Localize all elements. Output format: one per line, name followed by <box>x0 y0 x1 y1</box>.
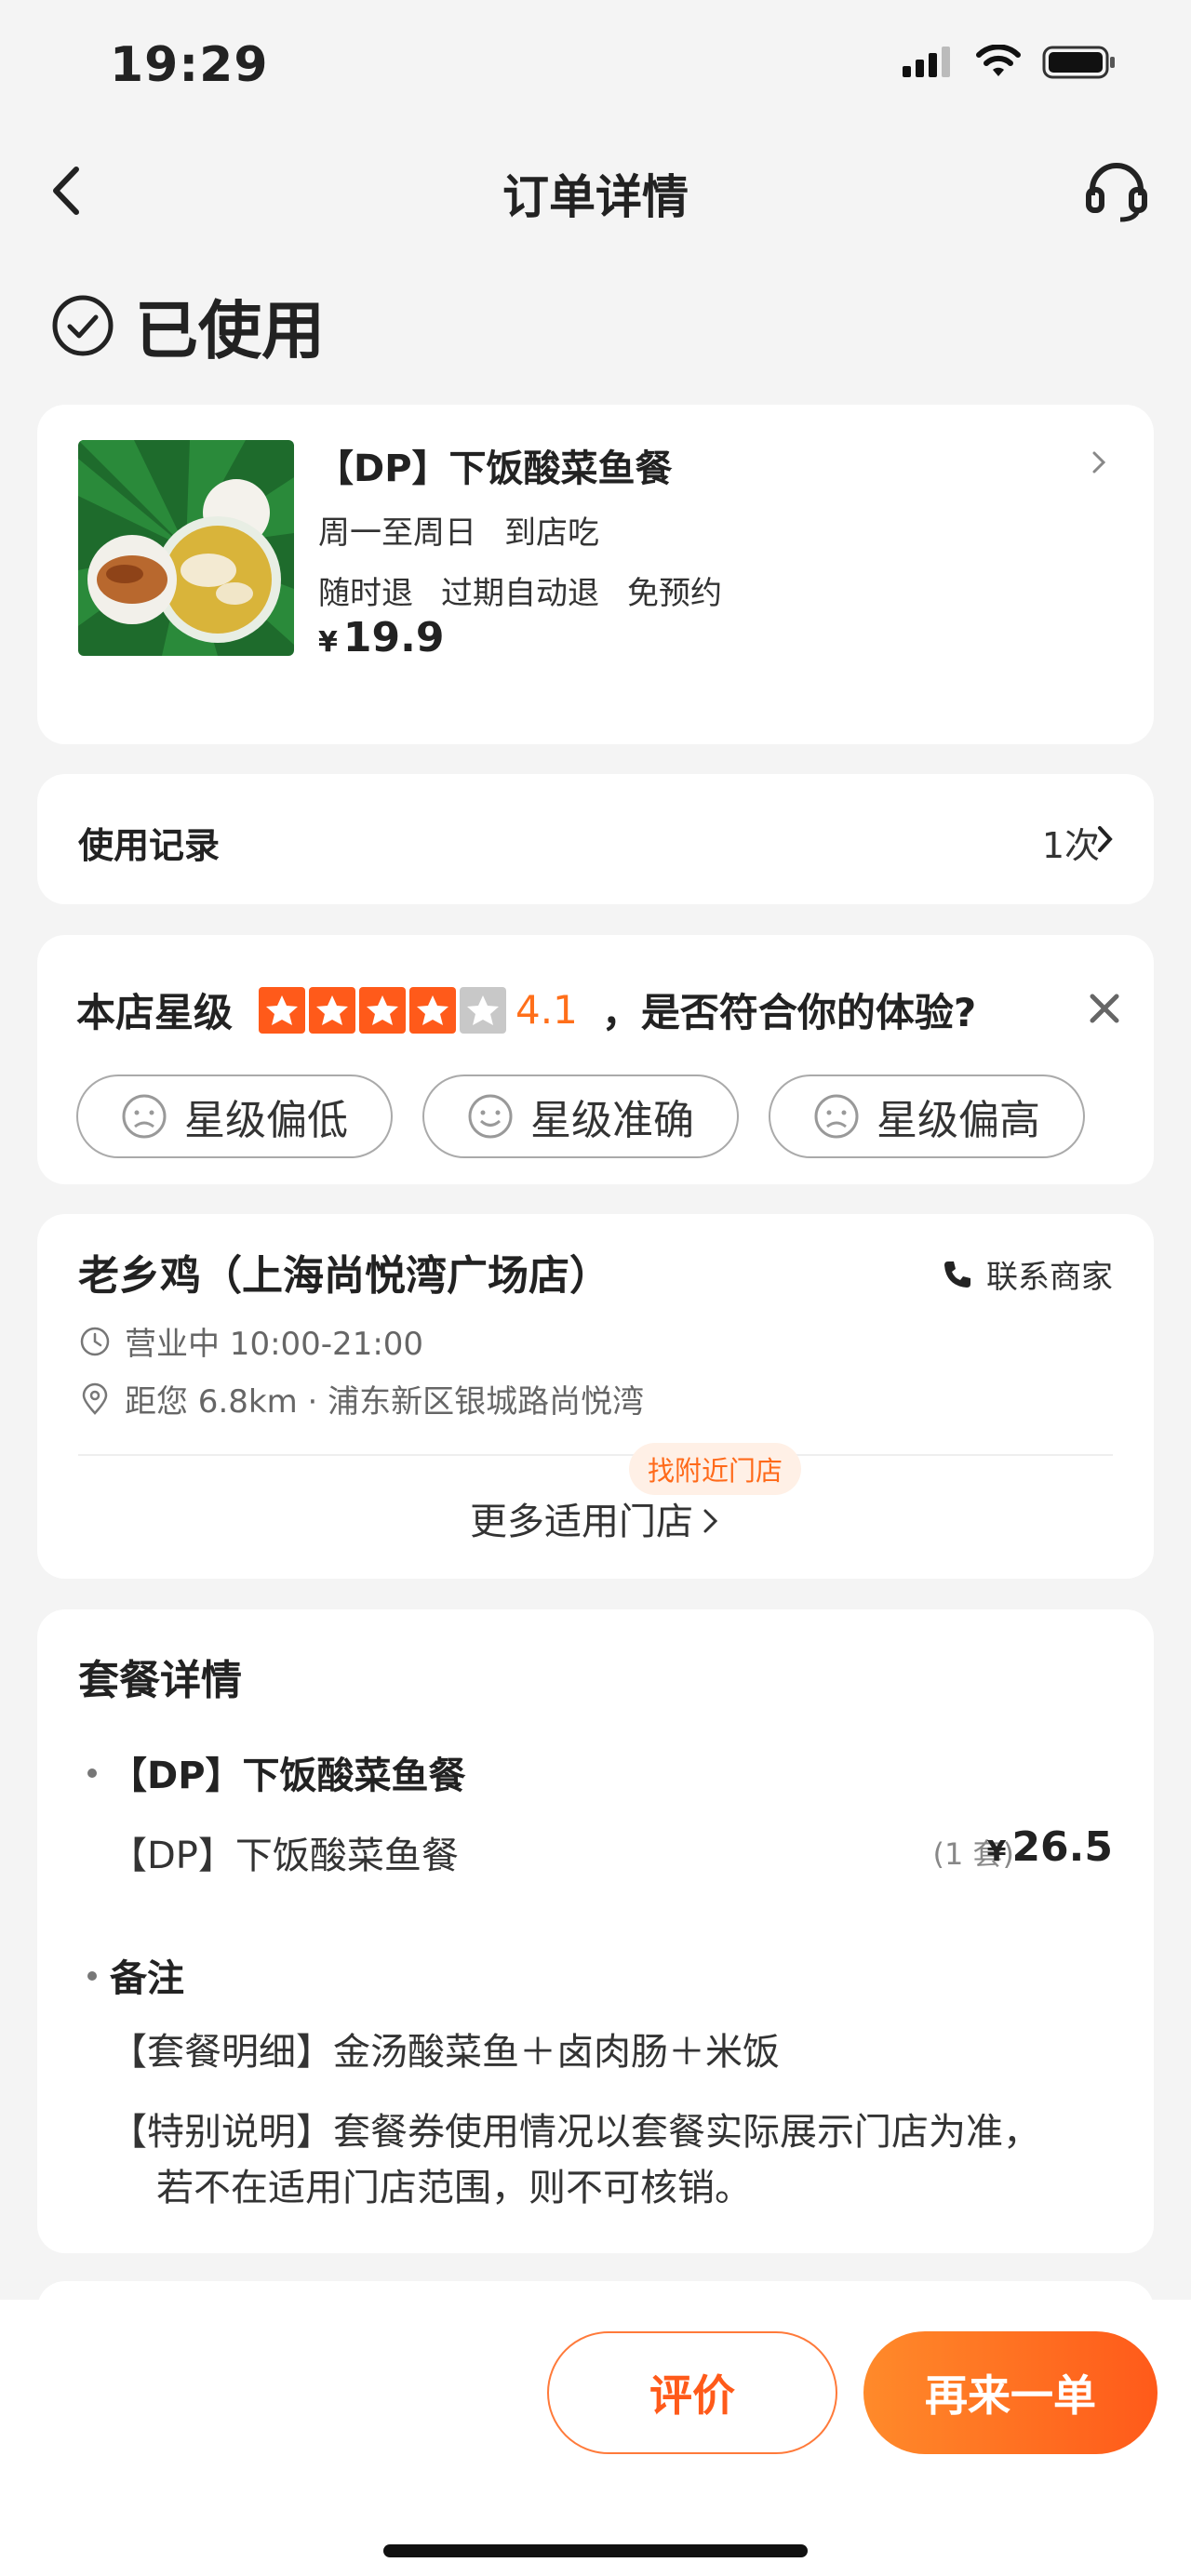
product-title: 【DP】下饭酸菜鱼餐 <box>316 447 673 490</box>
note-special-line1: 【特别说明】套餐券使用情况以套餐实际展示门店为准， <box>110 2111 1040 2154</box>
rating-high-button[interactable]: 星级偏高 <box>769 1074 1085 1158</box>
page-title: 订单详情 <box>502 170 689 224</box>
wifi-icon <box>976 45 1021 76</box>
contact-merchant-button[interactable]: 联系商家 <box>942 1251 1113 1297</box>
chevron-right-icon <box>703 1509 718 1533</box>
reorder-button[interactable]: 再来一单 <box>863 2331 1158 2454</box>
package-price: ¥26.5 <box>987 1823 1113 1871</box>
package-detail-title: 套餐详情 <box>78 1657 242 1704</box>
sad-face-icon <box>814 1094 859 1139</box>
nav-bar: 订单详情 <box>0 140 1191 242</box>
product-card[interactable]: 【DP】下饭酸菜鱼餐 周一至周日 到店吃 随时退 过期自动退 免预约 ¥19.9 <box>37 405 1154 744</box>
rating-high-label: 星级偏高 <box>877 1097 1040 1144</box>
note-title: 备注 <box>110 1957 184 2000</box>
location-pin-icon <box>82 1382 108 1415</box>
bullet <box>87 1971 97 1981</box>
more-stores-label: 更多适用门店 <box>470 1501 693 1543</box>
find-nearby-tag[interactable]: 找附近门店 <box>629 1443 802 1495</box>
smile-face-icon <box>468 1094 513 1139</box>
star-rating <box>259 986 507 1034</box>
rating-low-button[interactable]: 星级偏低 <box>76 1074 393 1158</box>
package-subitem-name: 【DP】下饭酸菜鱼餐 <box>110 1835 459 1877</box>
clock-icon <box>80 1327 110 1355</box>
usage-count: 1次 <box>1041 825 1100 866</box>
package-item-name: 【DP】下饭酸菜鱼餐 <box>110 1755 466 1797</box>
note-package-content: 【套餐明细】金汤酸菜鱼＋卤肉肠＋米饭 <box>110 2031 780 2074</box>
note-special-line2: 若不在适用门店范围，则不可核销。 <box>156 2167 752 2209</box>
product-usage-info: 周一至周日 到店吃 <box>318 507 627 553</box>
star-icon <box>309 986 356 1034</box>
home-indicator <box>383 2544 808 2557</box>
auto-refund: 过期自动退 <box>441 575 599 612</box>
sad-face-icon <box>122 1094 167 1139</box>
star-icon <box>259 986 306 1034</box>
rating-score: 4.1 <box>515 987 578 1033</box>
usage-record-row[interactable]: 使用记录 1次 <box>37 774 1154 904</box>
review-button[interactable]: 评价 <box>547 2331 837 2454</box>
store-hours-text: 营业中 10:00-21:00 <box>125 1326 424 1363</box>
usage-record-label: 使用记录 <box>78 825 221 866</box>
rating-accurate-label: 星级准确 <box>530 1097 694 1144</box>
rating-accurate-button[interactable]: 星级准确 <box>422 1074 739 1158</box>
product-refund-info: 随时退 过期自动退 免预约 <box>318 567 750 613</box>
star-empty-icon <box>460 986 507 1034</box>
usage-days: 周一至周日 <box>318 514 476 552</box>
rating-low-label: 星级偏低 <box>184 1097 348 1144</box>
contact-merchant-label: 联系商家 <box>986 1259 1113 1296</box>
cellular-signal-icon <box>903 47 950 77</box>
more-stores-link[interactable]: 更多适用门店 <box>37 1491 1154 1545</box>
customer-service-icon[interactable] <box>1079 158 1154 223</box>
battery-icon <box>1042 46 1115 79</box>
store-name[interactable]: 老乡鸡（上海尚悦湾广场店） <box>78 1242 610 1301</box>
status-time: 19:29 <box>110 37 269 93</box>
product-price: ¥19.9 <box>318 614 444 661</box>
status-bar: 19:29 <box>0 0 1191 140</box>
rating-feedback-card: 本店星级 4.1 ，是否符合你的体验? 星级偏低 星级准确 星级偏高 <box>37 935 1154 1184</box>
store-distance-address: 距您 6.8km · 浦东新区银城路尚悦湾 <box>125 1383 645 1421</box>
note-special-instructions: 【特别说明】套餐券使用情况以套餐实际展示门店为准， 若不在适用门店范围，则不可核… <box>110 2104 1113 2216</box>
store-location[interactable]: 距您 6.8km · 浦东新区银城路尚悦湾 <box>78 1376 644 1421</box>
close-icon[interactable] <box>1083 987 1126 1030</box>
chevron-right-icon <box>1098 826 1113 852</box>
rating-question-text: ，是否符合你的体验? <box>601 990 977 1035</box>
package-detail-card: 套餐详情 【DP】下饭酸菜鱼餐 【DP】下饭酸菜鱼餐 (1 套) ¥26.5 备… <box>37 1609 1154 2253</box>
check-circle-icon <box>52 295 114 355</box>
product-image <box>78 440 294 656</box>
divider <box>78 1454 1113 1456</box>
star-icon <box>409 986 457 1034</box>
bullet <box>87 1768 97 1778</box>
chevron-right-icon <box>1092 451 1106 474</box>
order-status: 已使用 <box>51 279 325 371</box>
dine-in-tag: 到店吃 <box>504 514 599 552</box>
rating-label: 本店星级 <box>76 990 234 1035</box>
status-icons <box>903 45 1117 80</box>
currency-symbol: ¥ <box>986 1835 1007 1868</box>
store-card: 老乡鸡（上海尚悦湾广场店） 联系商家 营业中 10:00-21:00 距您 6.… <box>37 1214 1154 1579</box>
no-reservation: 免预约 <box>627 575 722 612</box>
bottom-action-bar: 评价 再来一单 <box>0 2300 1191 2576</box>
package-price-value: 26.5 <box>1011 1823 1113 1871</box>
phone-icon <box>944 1261 970 1288</box>
order-status-text: 已使用 <box>135 295 326 368</box>
star-icon <box>359 986 407 1034</box>
currency-symbol: ¥ <box>318 626 338 659</box>
store-hours: 营业中 10:00-21:00 <box>78 1318 423 1364</box>
price-value: 19.9 <box>342 614 445 661</box>
rating-question: 本店星级 4.1 ，是否符合你的体验? <box>76 981 976 1038</box>
refund-anytime: 随时退 <box>318 575 413 612</box>
